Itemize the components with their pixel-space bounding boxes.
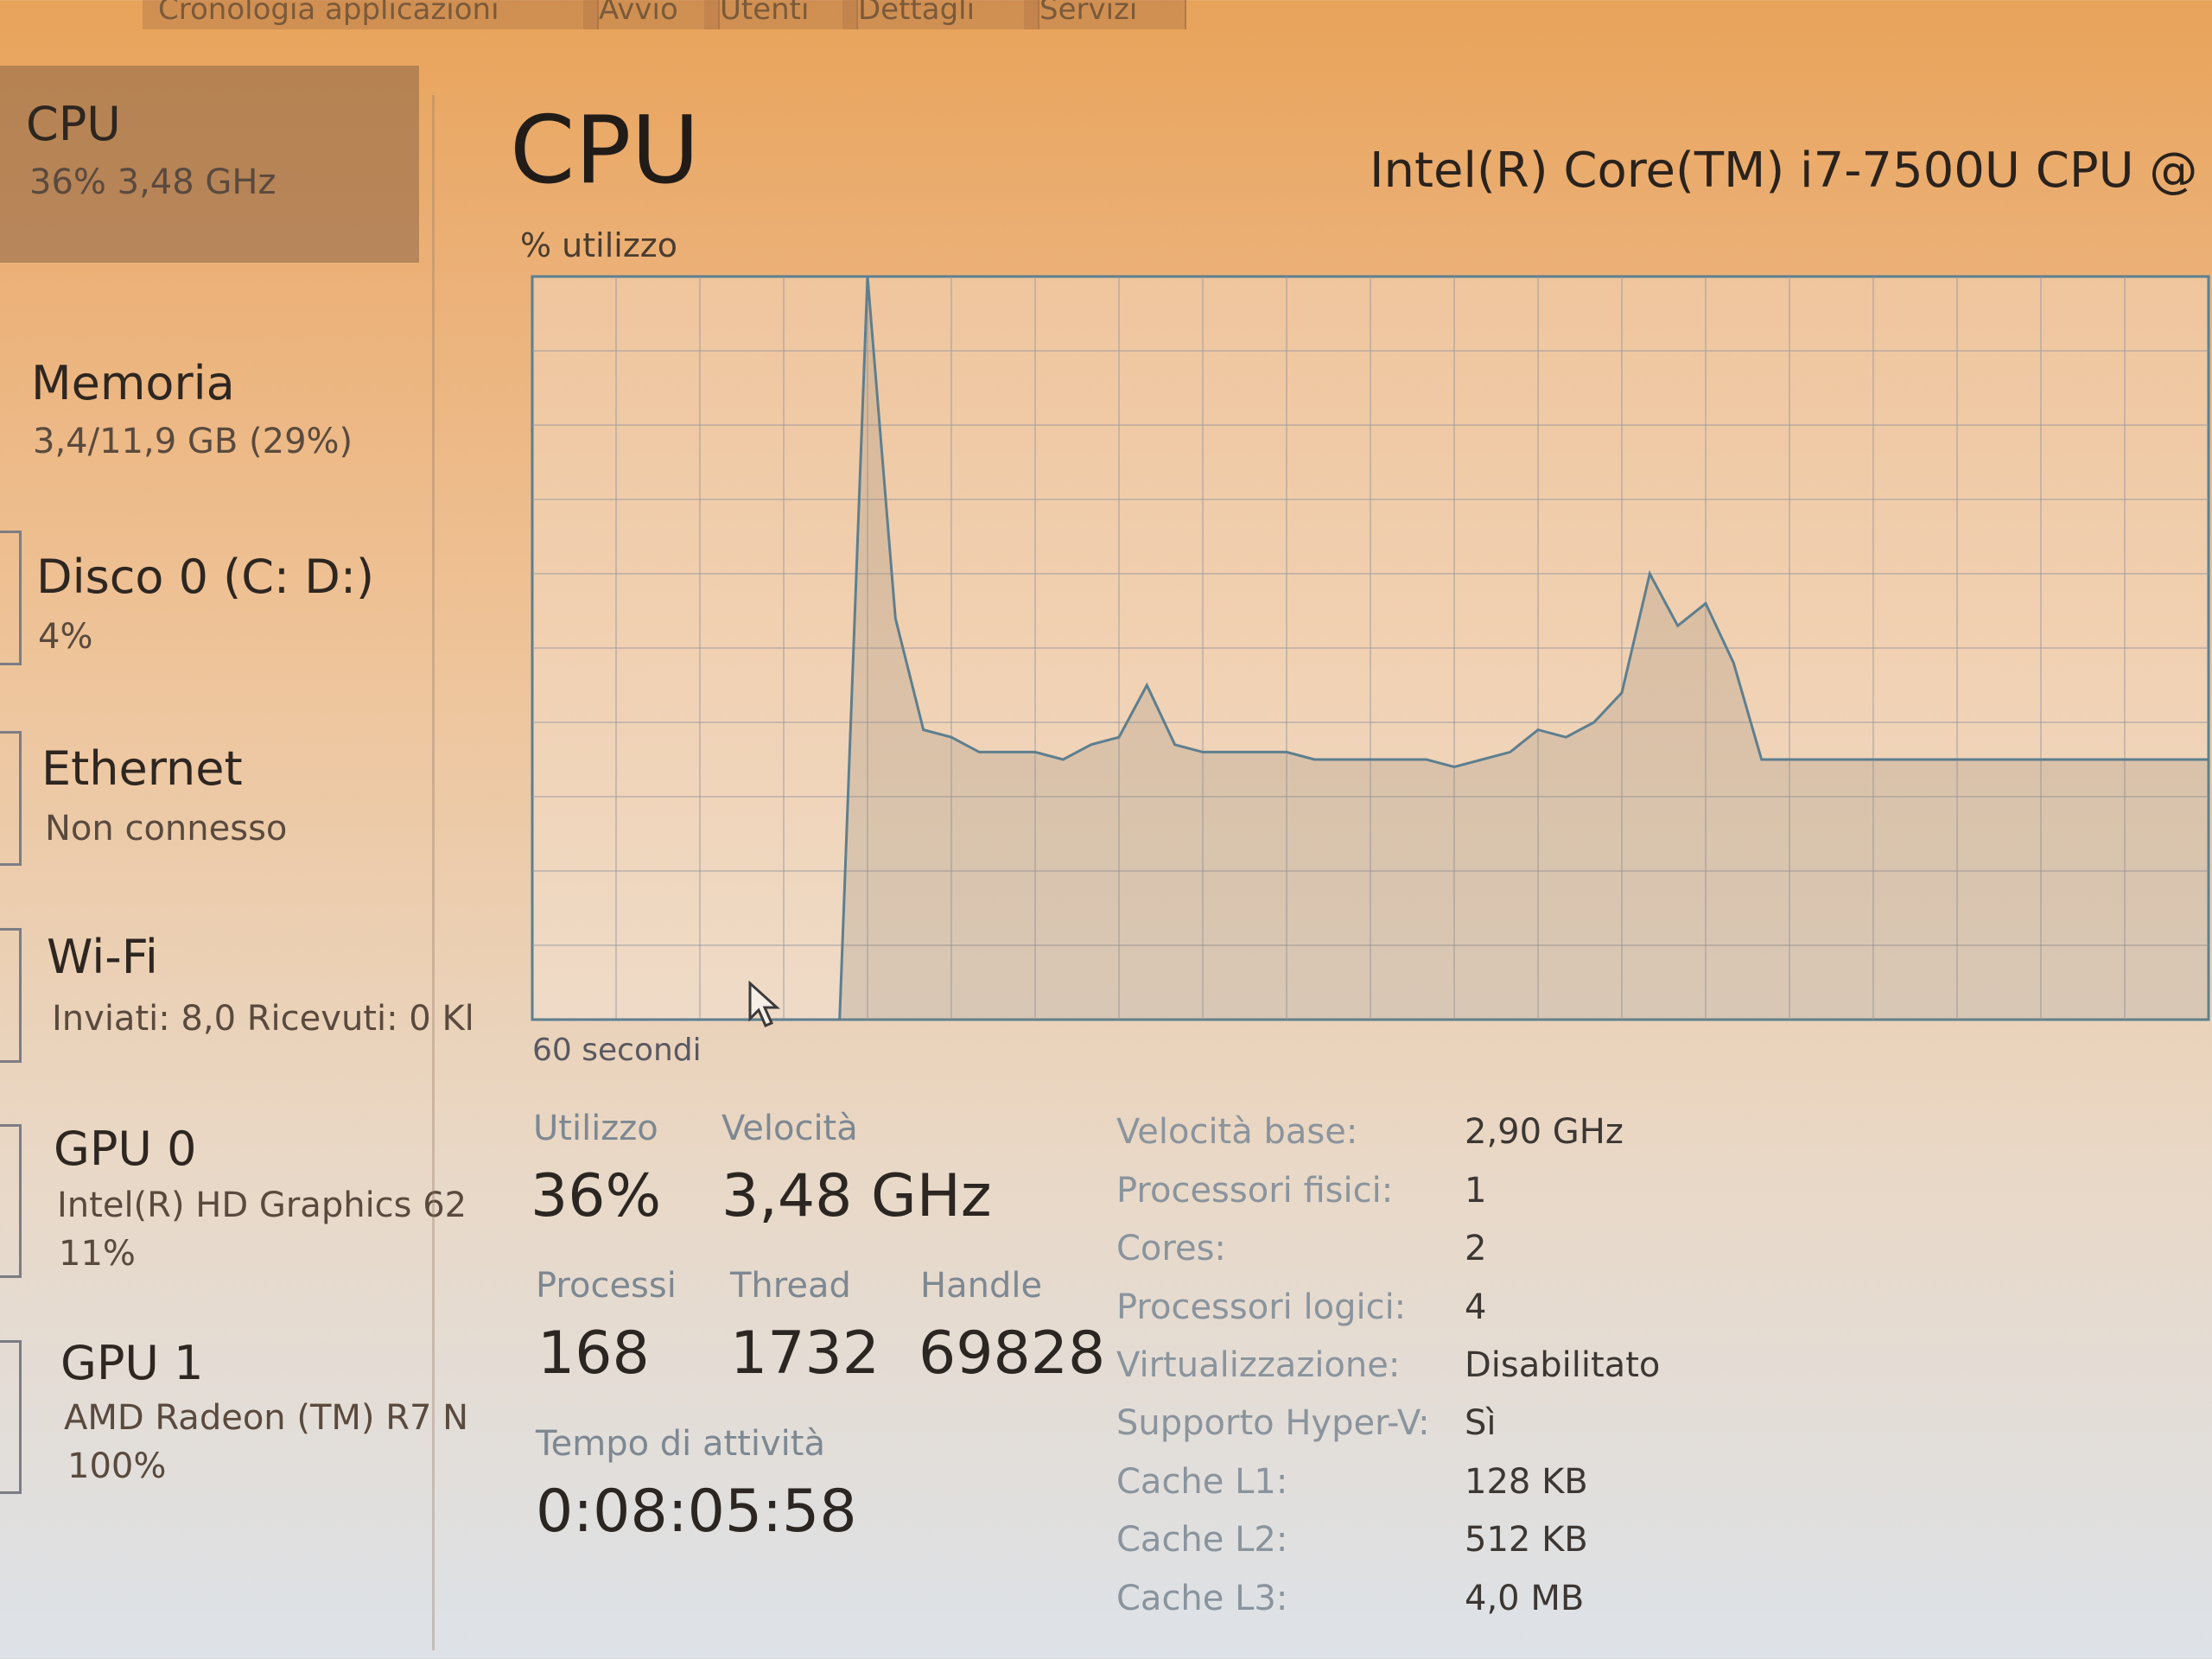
sidebar-item-gpu0[interactable]: GPU 0 Intel(R) HD Graphics 62 11%: [0, 1051, 467, 1278]
sidebar-item-subtitle: 36% 3,48 GHz: [29, 162, 276, 202]
tab-details[interactable]: Dettagli: [842, 0, 1039, 29]
graph-y-label: % utilizzo: [520, 226, 677, 264]
resource-sidebar: CPU 36% 3,48 GHz Memoria 3,4/11,9 GB (29…: [0, 66, 474, 1659]
graph-x-label: 60 secondi: [532, 1033, 702, 1068]
sidebar-item-title: Ethernet: [41, 741, 243, 796]
info-label: Processori logici:: [1116, 1287, 1407, 1327]
sidebar-item-wifi[interactable]: Wi-Fi Inviati: 8,0 Ricevuti: 0 Kl: [0, 861, 474, 1063]
tab-app-history[interactable]: Cronologia applicazioni: [143, 0, 599, 29]
info-label: Cache L3:: [1116, 1579, 1288, 1618]
tab-startup[interactable]: Avvio: [583, 0, 720, 29]
sidebar-item-subtitle: 4%: [38, 617, 93, 657]
speed-value: 3,48 GHz: [721, 1162, 992, 1230]
sidebar-item-ethernet[interactable]: Ethernet Non connesso: [0, 671, 419, 866]
sidebar-item-disk[interactable]: Disco 0 (C: D:) 4%: [0, 480, 419, 671]
info-value: 128 KB: [1465, 1462, 1588, 1502]
uptime-label: Tempo di attività: [536, 1424, 825, 1464]
gpu0-mini-graph: [0, 1124, 22, 1278]
info-label: Virtualizzazione:: [1116, 1345, 1401, 1385]
disk-mini-graph: [0, 531, 22, 665]
info-value: 2: [1465, 1229, 1487, 1268]
processes-label: Processi: [536, 1266, 677, 1306]
info-value: 4: [1465, 1287, 1487, 1327]
sidebar-item-title: Memoria: [31, 356, 235, 410]
handles-label: Handle: [920, 1266, 1043, 1306]
utilization-label: Utilizzo: [533, 1109, 658, 1148]
sidebar-item-subtitle: 3,4/11,9 GB (29%): [33, 422, 353, 461]
sidebar-item-title: GPU 1: [60, 1336, 204, 1390]
page-title: CPU: [510, 97, 700, 205]
info-value: 2,90 GHz: [1465, 1112, 1624, 1152]
sidebar-item-cpu[interactable]: CPU 36% 3,48 GHz: [0, 66, 419, 263]
info-value: 512 KB: [1465, 1520, 1588, 1560]
sidebar-item-subtitle2: 100%: [67, 1446, 167, 1486]
sidebar-item-memory[interactable]: Memoria 3,4/11,9 GB (29%): [0, 282, 419, 461]
speed-label: Velocità: [721, 1109, 858, 1148]
mouse-cursor-icon: [748, 981, 780, 1027]
info-label: Processori fisici:: [1116, 1171, 1394, 1211]
info-label: Cores:: [1116, 1229, 1226, 1268]
wifi-mini-graph: [0, 928, 22, 1063]
threads-label: Thread: [730, 1266, 851, 1306]
sidebar-item-title: GPU 0: [54, 1122, 197, 1176]
info-label: Cache L1:: [1116, 1462, 1288, 1502]
cpu-model-name: Intel(R) Core(TM) i7-7500U CPU @ 2.7: [1370, 143, 2212, 199]
sidebar-item-subtitle: Inviati: 8,0 Ricevuti: 0 Kl: [52, 999, 474, 1039]
info-value: 1: [1465, 1171, 1487, 1211]
info-value: Sì: [1465, 1403, 1497, 1443]
sidebar-item-title: Wi-Fi: [47, 930, 158, 984]
utilization-value: 36%: [531, 1162, 662, 1230]
processes-value: 168: [537, 1319, 650, 1388]
tab-services[interactable]: Servizi: [1024, 0, 1186, 29]
sidebar-item-title: Disco 0 (C: D:): [36, 550, 375, 604]
cpu-usage-graph: [531, 275, 2210, 1021]
info-value: Disabilitato: [1465, 1345, 1661, 1385]
sidebar-item-title: CPU: [26, 97, 121, 151]
info-value: 4,0 MB: [1465, 1579, 1585, 1618]
threads-value: 1732: [730, 1319, 880, 1388]
ethernet-mini-graph: [0, 731, 22, 866]
sidebar-item-subtitle: Non connesso: [45, 809, 288, 849]
gpu1-mini-graph: [0, 1340, 22, 1494]
info-label: Cache L2:: [1116, 1520, 1288, 1560]
uptime-value: 0:08:05:58: [536, 1478, 857, 1546]
info-label: Velocità base:: [1116, 1112, 1358, 1152]
tab-strip: Cronologia applicazioni Avvio Utenti Det…: [0, 0, 1210, 29]
info-label: Supporto Hyper-V:: [1116, 1403, 1430, 1443]
sidebar-divider: [432, 95, 435, 1650]
tab-users[interactable]: Utenti: [704, 0, 858, 29]
sidebar-item-subtitle: Intel(R) HD Graphics 62: [57, 1185, 467, 1225]
sidebar-item-gpu1[interactable]: GPU 1 AMD Radeon (TM) R7 N 100%: [0, 1267, 468, 1494]
handles-value: 69828: [918, 1319, 1106, 1388]
sidebar-item-subtitle: AMD Radeon (TM) R7 N: [64, 1398, 469, 1438]
